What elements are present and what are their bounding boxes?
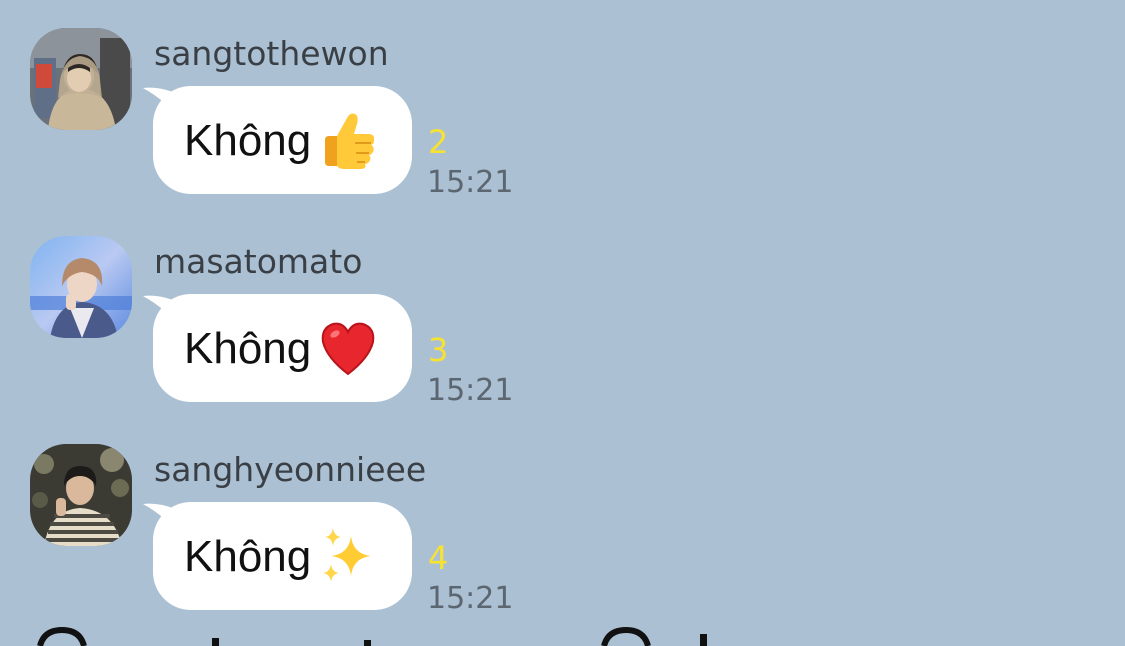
message-text: Không [184,532,312,581]
message-bubble[interactable]: Không [153,294,412,402]
red-heart-icon [321,322,375,376]
avatar[interactable] [30,28,132,130]
message-text: Không [184,324,312,373]
message-time: 15:21 [427,581,514,616]
chat-message-list: sangtothewon Không 2 15:21 masatomato Kh… [0,0,1125,646]
sender-name[interactable]: masatomato [154,242,362,282]
message-bubble[interactable]: Không [153,502,412,610]
message-row: sangtothewon Không 2 15:21 [0,0,1125,200]
sender-name[interactable]: sangtothewon [154,34,389,74]
thumbs-up-icon [325,113,375,169]
cropped-next-row [0,620,1125,646]
message-text: Không [184,116,312,165]
message-row: masatomato Không 3 15:21 [0,208,1125,408]
message-time: 15:21 [427,373,514,408]
sparkles-icon [323,528,371,582]
unread-count: 4 [428,539,449,577]
message-row: sanghyeonnieee Không 4 15:21 [0,416,1125,616]
avatar[interactable] [30,236,132,338]
unread-count: 2 [428,123,449,161]
message-bubble[interactable]: Không [153,86,412,194]
sender-name[interactable]: sanghyeonnieee [154,450,426,490]
avatar[interactable] [30,444,132,546]
message-time: 15:21 [427,165,514,200]
unread-count: 3 [428,331,449,369]
